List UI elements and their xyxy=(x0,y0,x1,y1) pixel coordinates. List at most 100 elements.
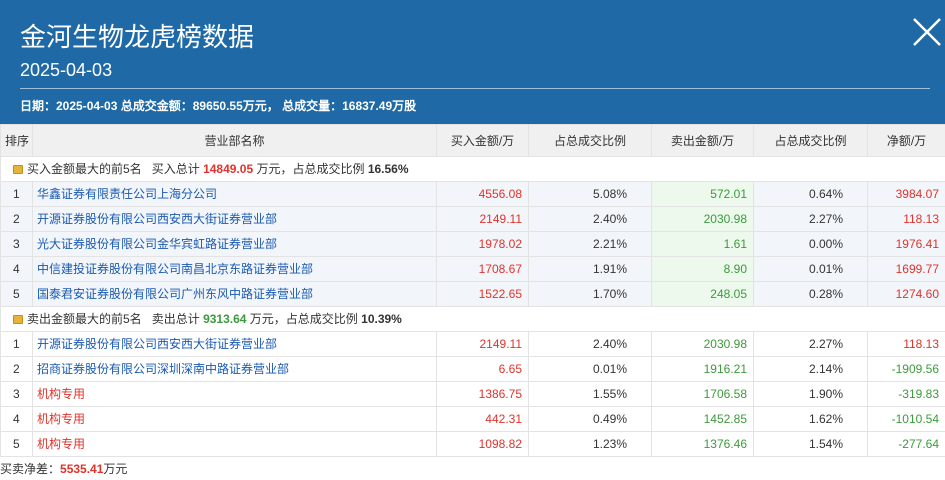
branch-name-link[interactable]: 开源证券股份有限公司西安西大街证券营业部 xyxy=(32,206,437,232)
column-header-branch: 营业部名称 xyxy=(32,124,437,157)
branch-name-link[interactable]: 光大证券股份有限公司金华宾虹路证券营业部 xyxy=(32,231,437,257)
sell-top5-ratio: 10.39% xyxy=(361,312,402,326)
sell-top5-header-row: 卖出金额最大的前5名 卖出总计 9313.64 万元，占总成交比例 10.39% xyxy=(0,306,945,332)
dragon-tiger-table: 排序 营业部名称 买入金额/万 占总成交比例 卖出金额/万 占总成交比例 净额/… xyxy=(0,124,945,457)
sell-amount-cell: 2030.98 xyxy=(651,331,754,357)
branch-name-link[interactable]: 机构专用 xyxy=(32,406,437,432)
rank-cell: 4 xyxy=(0,256,33,282)
table-row: 3 机构专用 1386.75 1.55% 1706.58 1.90% -319.83 xyxy=(0,381,945,407)
table-body: 买入金额最大的前5名 买入总计 14849.05 万元，占总成交比例 16.56… xyxy=(0,156,945,457)
branch-name-link[interactable]: 国泰君安证券股份有限公司广州东风中路证券营业部 xyxy=(32,281,437,307)
buy-ratio-cell: 1.55% xyxy=(528,381,652,407)
table-row: 3 光大证券股份有限公司金华宾虹路证券营业部 1978.02 2.21% 1.61 0.0… xyxy=(0,231,945,257)
net-difference: 买卖净差：5535.41万元 xyxy=(0,457,945,480)
sell-ratio-cell: 1.62% xyxy=(753,406,868,432)
sell-amount-cell: 248.05 xyxy=(651,281,754,307)
page-date: 2025-04-03 xyxy=(20,60,113,80)
rank-cell: 3 xyxy=(0,381,33,407)
rank-cell: 5 xyxy=(0,281,33,307)
rank-cell: 4 xyxy=(0,406,33,432)
buy-ratio-cell: 1.70% xyxy=(528,281,652,307)
page-title: 金河生物龙虎榜数据 xyxy=(20,22,255,52)
rank-cell: 2 xyxy=(0,206,33,232)
column-header-sell: 卖出金额/万 xyxy=(651,124,754,157)
close-icon[interactable] xyxy=(911,16,943,48)
net-amount-cell: 1976.41 xyxy=(867,231,945,257)
buy-amount-cell: 6.65 xyxy=(436,356,529,382)
rank-cell: 3 xyxy=(0,231,33,257)
branch-name-link[interactable]: 开源证券股份有限公司西安西大街证券营业部 xyxy=(32,331,437,357)
sell-amount-cell: 1706.58 xyxy=(651,381,754,407)
buy-top5-total-label: 买入总计 xyxy=(151,162,200,176)
buy-amount-cell: 2149.11 xyxy=(436,206,529,232)
buy-ratio-cell: 2.40% xyxy=(528,206,652,232)
net-amount-cell: 118.13 xyxy=(867,206,945,232)
header-divider xyxy=(20,88,930,89)
branch-name-link[interactable]: 机构专用 xyxy=(32,381,437,407)
buy-ratio-cell: 1.91% xyxy=(528,256,652,282)
buy-top5-header-row: 买入金额最大的前5名 买入总计 14849.05 万元，占总成交比例 16.56… xyxy=(0,156,945,182)
branch-name-link[interactable]: 机构专用 xyxy=(32,431,437,457)
sell-ratio-cell: 1.90% xyxy=(753,381,868,407)
branch-name-link[interactable]: 华鑫证券有限责任公司上海分公司 xyxy=(32,181,437,207)
buy-amount-cell: 1098.82 xyxy=(436,431,529,457)
sell-top5-total-label: 卖出总计 xyxy=(151,312,200,326)
buy-ratio-cell: 0.49% xyxy=(528,406,652,432)
column-header-buy: 买入金额/万 xyxy=(436,124,529,157)
sell-ratio-cell: 0.01% xyxy=(753,256,868,282)
buy-top5-total-suffix: 万元，占总成交比例 xyxy=(256,162,365,176)
buy-ratio-cell: 2.40% xyxy=(528,331,652,357)
net-amount-cell: 1699.77 xyxy=(867,256,945,282)
table-row: 2 招商证券股份有限公司深圳深南中路证券营业部 6.65 0.01% 1916.21 2.… xyxy=(0,356,945,382)
column-header-buy-ratio: 占总成交比例 xyxy=(528,124,652,157)
rank-cell: 5 xyxy=(0,431,33,457)
bag-icon xyxy=(13,165,23,174)
rank-cell: 1 xyxy=(0,331,33,357)
sell-amount-cell: 1376.46 xyxy=(651,431,754,457)
rank-cell: 1 xyxy=(0,181,33,207)
sell-ratio-cell: 2.14% xyxy=(753,356,868,382)
sell-amount-cell: 1916.21 xyxy=(651,356,754,382)
sell-ratio-cell: 0.64% xyxy=(753,181,868,207)
trade-summary: 日期：2025-04-03 总成交金额：89650.55万元， 总成交量：168… xyxy=(20,99,417,113)
net-amount-cell: -1010.54 xyxy=(867,406,945,432)
rank-cell: 2 xyxy=(0,356,33,382)
column-header-net: 净额/万 xyxy=(867,124,945,157)
buy-amount-cell: 2149.11 xyxy=(436,331,529,357)
table-row: 1 开源证券股份有限公司西安西大街证券营业部 2149.11 2.40% 2030.98… xyxy=(0,331,945,357)
buy-top5-total-value: 14849.05 xyxy=(203,162,254,176)
sell-ratio-cell: 2.27% xyxy=(753,206,868,232)
sell-amount-cell: 1452.85 xyxy=(651,406,754,432)
sell-amount-cell: 2030.98 xyxy=(651,206,754,232)
buy-amount-cell: 4556.08 xyxy=(436,181,529,207)
net-difference-value: 5535.41 xyxy=(60,462,104,476)
net-amount-cell: -277.64 xyxy=(867,431,945,457)
buy-amount-cell: 1978.02 xyxy=(436,231,529,257)
net-amount-cell: 118.13 xyxy=(867,331,945,357)
buy-amount-cell: 442.31 xyxy=(436,406,529,432)
sell-ratio-cell: 0.28% xyxy=(753,281,868,307)
column-header-rank: 排序 xyxy=(0,124,33,157)
branch-name-link[interactable]: 招商证券股份有限公司深圳深南中路证券营业部 xyxy=(32,356,437,382)
net-difference-unit: 万元 xyxy=(103,462,128,476)
buy-top5-ratio: 16.56% xyxy=(367,162,409,176)
net-difference-label: 买卖净差： xyxy=(0,462,61,476)
buy-ratio-cell: 5.08% xyxy=(528,181,652,207)
net-amount-cell: -319.83 xyxy=(867,381,945,407)
buy-amount-cell: 1708.67 xyxy=(436,256,529,282)
bag-icon xyxy=(13,315,23,324)
table-row: 2 开源证券股份有限公司西安西大街证券营业部 2149.11 2.40% 2030.98… xyxy=(0,206,945,232)
net-amount-cell: -1909.56 xyxy=(867,356,945,382)
sell-ratio-cell: 2.27% xyxy=(753,331,868,357)
buy-ratio-cell: 0.01% xyxy=(528,356,652,382)
sell-top5-label: 卖出金额最大的前5名 xyxy=(27,312,142,326)
net-amount-cell: 3984.07 xyxy=(867,181,945,207)
buy-amount-cell: 1386.75 xyxy=(436,381,529,407)
branch-name-link[interactable]: 中信建投证券股份有限公司南昌北京东路证券营业部 xyxy=(32,256,437,282)
header-banner: 金河生物龙虎榜数据 2025-04-03 日期：2025-04-03 总成交金额… xyxy=(0,0,945,124)
sell-ratio-cell: 1.54% xyxy=(753,431,868,457)
sell-top5-total-suffix: 万元，占总成交比例 xyxy=(249,312,358,326)
table-row: 5 机构专用 1098.82 1.23% 1376.46 1.54% -277.64 xyxy=(0,431,945,457)
table-header-row: 排序 营业部名称 买入金额/万 占总成交比例 卖出金额/万 占总成交比例 净额/… xyxy=(0,124,945,157)
table-row: 4 机构专用 442.31 0.49% 1452.85 1.62% -1010.54 xyxy=(0,406,945,432)
